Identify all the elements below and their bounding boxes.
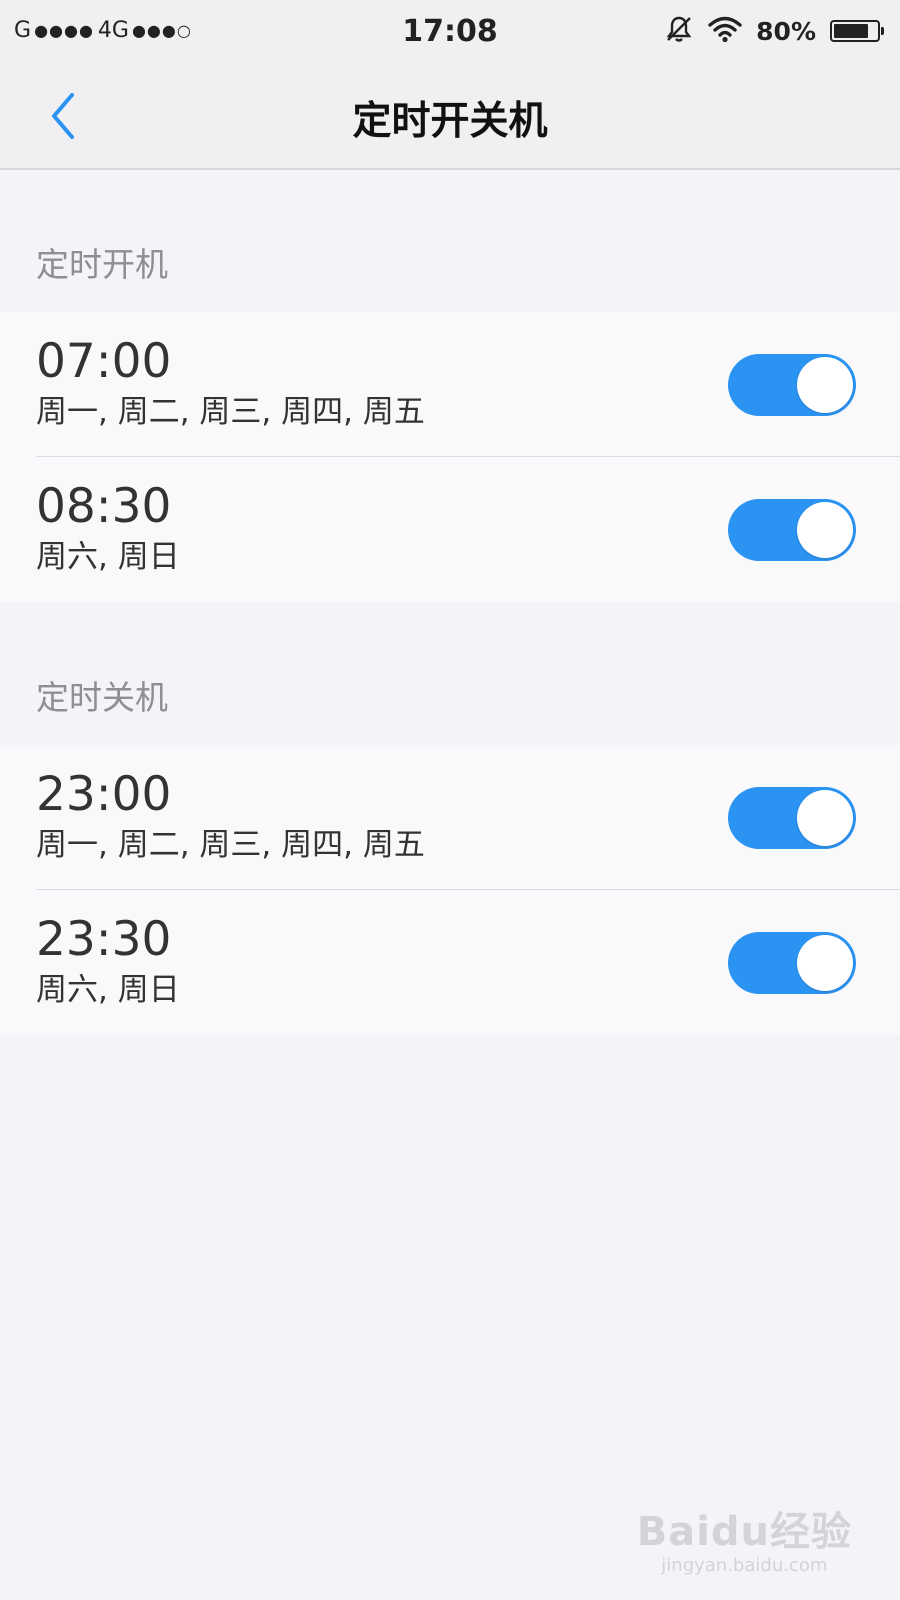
watermark-url: jingyan.baidu.com xyxy=(661,1555,828,1576)
status-bar: G ●●●● 4G ●●●○ 17:08 80% xyxy=(0,0,900,62)
power-off-toggle-1[interactable] xyxy=(728,787,856,849)
battery-level-fill xyxy=(834,24,868,38)
schedule-row[interactable]: 23:00 周一, 周二, 周三, 周四, 周五 xyxy=(0,745,900,890)
watermark-logo: Baidu经验 xyxy=(636,1509,852,1555)
toggle-knob xyxy=(797,790,853,846)
schedule-days: 周六, 周日 xyxy=(36,972,180,1008)
toggle-knob xyxy=(797,357,853,413)
power-on-header: 定时开机 xyxy=(36,245,168,284)
power-off-header: 定时关机 xyxy=(36,678,168,717)
schedule-time: 23:00 xyxy=(36,767,172,822)
power-on-list: 07:00 周一, 周二, 周三, 周四, 周五 08:30 周六, 周日 xyxy=(0,312,900,602)
page-title: 定时开关机 xyxy=(352,99,548,144)
nav-bar: 定时开关机 xyxy=(0,62,900,170)
status-icons: 80% xyxy=(664,14,884,48)
schedule-time: 08:30 xyxy=(36,479,172,534)
wifi-icon xyxy=(708,15,742,47)
power-on-toggle-2[interactable] xyxy=(728,499,856,561)
power-on-toggle-1[interactable] xyxy=(728,354,856,416)
schedule-time: 23:30 xyxy=(36,912,172,967)
schedule-days: 周一, 周二, 周三, 周四, 周五 xyxy=(36,827,425,863)
schedule-row[interactable]: 07:00 周一, 周二, 周三, 周四, 周五 xyxy=(0,312,900,457)
schedule-time: 07:00 xyxy=(36,334,172,389)
power-off-list: 23:00 周一, 周二, 周三, 周四, 周五 23:30 周六, 周日 xyxy=(0,745,900,1035)
alarm-off-icon xyxy=(664,14,694,48)
schedule-days: 周一, 周二, 周三, 周四, 周五 xyxy=(36,394,425,430)
battery-icon xyxy=(830,20,884,42)
schedule-days: 周六, 周日 xyxy=(36,539,180,575)
power-off-toggle-2[interactable] xyxy=(728,932,856,994)
schedule-row[interactable]: 08:30 周六, 周日 xyxy=(0,457,900,602)
battery-percent: 80% xyxy=(756,16,816,46)
toggle-knob xyxy=(797,935,853,991)
schedule-row[interactable]: 23:30 周六, 周日 xyxy=(0,890,900,1035)
toggle-knob xyxy=(797,502,853,558)
watermark: Baidu经验 jingyan.baidu.com xyxy=(637,1510,852,1578)
